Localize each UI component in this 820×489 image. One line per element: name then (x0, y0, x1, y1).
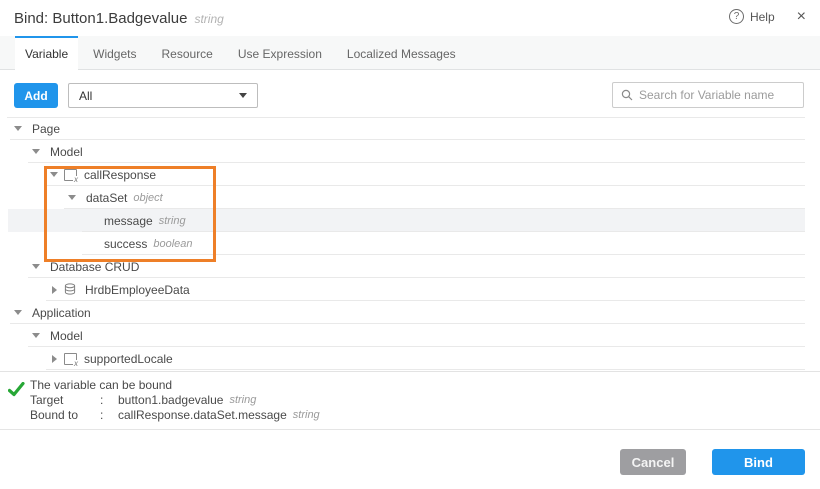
variable-tree: Page Model x callResponse dataSet object m… (0, 117, 820, 371)
tab-resource[interactable]: Resource (152, 36, 223, 69)
dialog-header: Bind: Button1.Badgevalue string ? Help × (0, 0, 820, 36)
status-value: button1.badgevalue (118, 393, 223, 408)
tree-row-label: callResponse (84, 168, 156, 182)
expander-down-icon[interactable] (12, 305, 28, 321)
cancel-button[interactable]: Cancel (620, 449, 686, 475)
expander-right-icon[interactable] (48, 282, 64, 298)
status-message: The variable can be bound (30, 378, 820, 393)
search-icon (621, 89, 633, 101)
status-colon: : (100, 393, 118, 408)
search-input[interactable] (639, 88, 795, 102)
expander-down-icon[interactable] (30, 328, 46, 344)
close-icon[interactable]: × (797, 9, 806, 24)
filter-dropdown-value: All (79, 89, 92, 103)
expander-down-icon[interactable] (12, 121, 28, 137)
expander-down-icon[interactable] (30, 259, 46, 275)
tree-row-label: supportedLocale (84, 352, 173, 366)
expander-spacer (84, 236, 100, 252)
tree-row-message-selected[interactable]: message string (0, 209, 820, 232)
tree-row-label: Database CRUD (50, 260, 139, 274)
status-value-type: string (293, 408, 320, 423)
tree-row-label: Model (50, 329, 83, 343)
help-link[interactable]: Help (750, 10, 775, 24)
tree-row-callresponse[interactable]: x callResponse (0, 163, 820, 186)
status-value-type: string (229, 393, 256, 408)
tree-row-label: Model (50, 145, 83, 159)
tree-row-type: string (159, 215, 186, 227)
tree-row-hrdbemployeedata[interactable]: HrdbEmployeeData (0, 278, 820, 301)
help-icon[interactable]: ? (729, 9, 744, 24)
status-label: Target (30, 393, 100, 408)
variable-icon: x (64, 169, 77, 181)
status-label: Bound to (30, 408, 100, 423)
expander-down-icon[interactable] (48, 167, 64, 183)
tree-row-database-crud[interactable]: Database CRUD (0, 255, 820, 278)
expander-right-icon[interactable] (48, 351, 64, 367)
tree-row-type: boolean (153, 238, 192, 250)
add-button[interactable]: Add (14, 83, 58, 108)
tree-row-label: message (104, 214, 153, 228)
tab-widgets[interactable]: Widgets (83, 36, 146, 69)
tree-row-label: dataSet (86, 191, 127, 205)
bind-status-panel: The variable can be bound Target : butto… (0, 371, 820, 429)
variable-icon: x (64, 353, 77, 365)
expander-spacer (84, 213, 100, 229)
tab-localized-messages[interactable]: Localized Messages (337, 36, 466, 69)
status-target-row: Target : button1.badgevalue string (30, 393, 820, 408)
title-text: Bind: Button1.Badgevalue (14, 10, 187, 27)
status-value: callResponse.dataSet.message (118, 408, 287, 423)
tab-variable[interactable]: Variable (15, 36, 78, 70)
tree-row-application[interactable]: Application (0, 301, 820, 324)
check-icon (8, 382, 25, 397)
tree-row-app-model[interactable]: Model (0, 324, 820, 347)
status-boundto-row: Bound to : callResponse.dataSet.message … (30, 408, 820, 423)
expander-down-icon[interactable] (30, 144, 46, 160)
toolbar: Add All (0, 70, 820, 117)
dialog-footer: Cancel Bind (0, 429, 820, 489)
tree-row-supportedlocale[interactable]: x supportedLocale (0, 347, 820, 370)
title-type: string (194, 12, 223, 26)
page-title: Bind: Button1.Badgevalue string (14, 10, 224, 27)
bind-button[interactable]: Bind (712, 449, 805, 475)
tree-row-label: HrdbEmployeeData (85, 283, 190, 297)
tab-use-expression[interactable]: Use Expression (228, 36, 332, 69)
expander-down-icon[interactable] (66, 190, 82, 206)
tree-row-model[interactable]: Model (0, 140, 820, 163)
tree-row-dataset[interactable]: dataSet object (0, 186, 820, 209)
search-box[interactable] (612, 82, 804, 108)
tree-row-label: Page (32, 122, 60, 136)
tree-row-page[interactable]: Page (0, 117, 820, 140)
chevron-down-icon (239, 93, 247, 98)
tab-bar: Variable Widgets Resource Use Expression… (0, 36, 820, 70)
status-colon: : (100, 408, 118, 423)
database-icon (64, 283, 78, 296)
tree-row-type: object (133, 192, 162, 204)
tree-row-label: Application (32, 306, 91, 320)
tree-row-label: success (104, 237, 147, 251)
tree-row-success[interactable]: success boolean (0, 232, 820, 255)
filter-dropdown[interactable]: All (68, 83, 258, 108)
